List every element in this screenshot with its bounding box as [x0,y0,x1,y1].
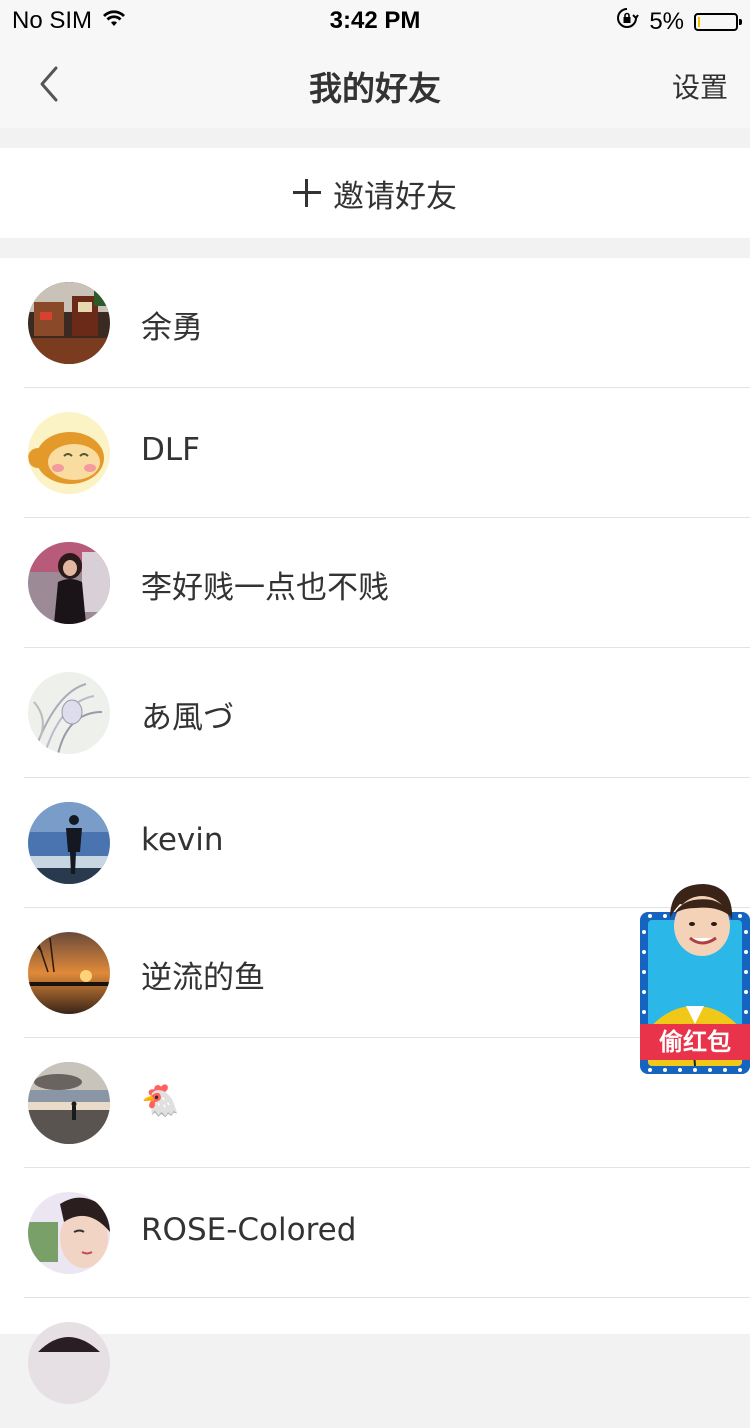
friend-name: 逆流的鱼 [141,960,265,996]
friend-row[interactable]: あ風づ [0,648,750,778]
friend-row[interactable]: 逆流的鱼 [0,908,750,1038]
avatar [28,1322,110,1404]
friend-name: あ風づ [141,700,234,736]
avatar [28,672,110,754]
avatar [28,1062,110,1144]
status-bar-right: 5% [615,6,742,37]
friend-row[interactable]: 🐔 [0,1038,750,1168]
friend-row[interactable]: kevin [0,778,750,908]
friend-row[interactable]: ROSE-Colored [0,1168,750,1298]
promo-person-head [670,884,733,956]
friend-name: ROSE-Colored [141,1212,357,1248]
avatar [28,932,110,1014]
avatar [28,282,110,364]
battery-fill [698,16,700,27]
avatar [28,542,110,624]
page-title: 我的好友 [309,69,441,108]
red-packet-float-button[interactable]: 偷红包 [640,880,750,1074]
friend-name: DLF [141,432,200,468]
avatar [28,1192,110,1274]
avatar [28,802,110,884]
navigation-bar: 我的好友 设置 [0,40,750,128]
friend-row[interactable]: DLF [0,388,750,518]
battery-icon [694,12,742,31]
settings-button[interactable]: 设置 [672,66,728,106]
avatar [28,412,110,494]
friend-row[interactable] [0,1298,750,1428]
battery-percent: 5% [649,7,684,35]
invite-friends-label: 邀请好友 [333,178,457,215]
plus-icon [293,179,321,207]
friend-name: kevin [141,822,224,858]
status-bar: No SIM 3:42 PM 5% [0,0,750,40]
friend-name: 李好贱一点也不贱 [141,570,389,606]
friend-name: 🐔 [141,1083,180,1119]
invite-friends-button[interactable]: 邀请好友 [0,148,750,238]
friend-name: 余勇 [141,310,203,346]
red-packet-label: 偷红包 [640,1024,750,1060]
friends-list: 余勇 DLF 李好贱一点也不贱 あ風づ kevin 逆流的鱼 🐔 ROSE-Co… [0,258,750,1404]
rotation-lock-icon [615,6,640,37]
friend-row[interactable]: 余勇 [0,258,750,388]
friend-row[interactable]: 李好贱一点也不贱 [0,518,750,648]
